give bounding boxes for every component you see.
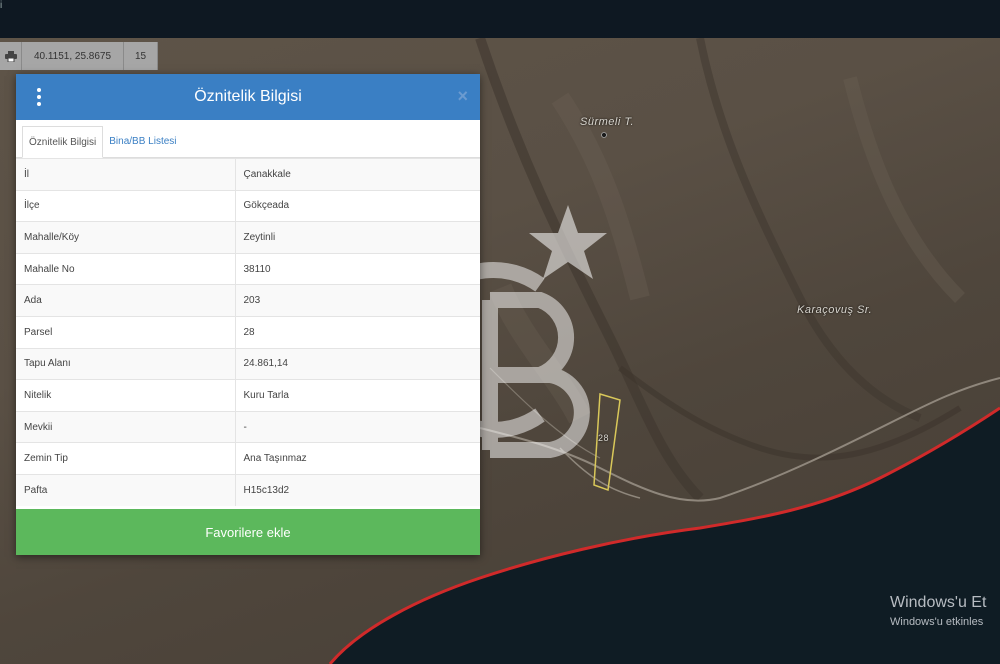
add-to-favorites-button[interactable]: Favorilere ekle xyxy=(16,509,480,555)
attribute-value: 24.861,14 xyxy=(235,347,480,380)
windows-activation-subtitle: Windows'u etkinles xyxy=(890,616,984,628)
attribute-key: Parsel xyxy=(16,315,236,349)
coordinate-readout: 40.1151, 25.8675 xyxy=(22,42,124,70)
attribute-value: 28 xyxy=(235,315,480,349)
table-row: Pafta H15c13d2 xyxy=(16,473,480,507)
map-label-stream: Karaçovuş Sr. xyxy=(797,304,873,316)
tab-attribute-info[interactable]: Öznitelik Bilgisi xyxy=(22,126,104,158)
attribute-value: 38110 xyxy=(235,252,480,285)
coordinate-bar: 40.1151, 25.8675 15 xyxy=(0,42,158,70)
table-row: Parsel 28 xyxy=(16,315,480,349)
attribute-info-panel: Öznitelik Bilgisi × Öznitelik Bilgisi Bi… xyxy=(16,74,480,555)
table-row: Ada 203 xyxy=(16,284,480,317)
attribute-key: Zemin Tip xyxy=(16,442,236,475)
attribute-key: İlçe xyxy=(16,189,236,222)
attribute-key: Mahalle No xyxy=(16,252,236,285)
attribute-table: İl Çanakkale İlçe Gökçeada Mahalle/Köy Zeytin… xyxy=(16,158,480,507)
attribute-value: - xyxy=(235,410,480,443)
panel-tabs: Öznitelik Bilgisi Bina/BB Listesi xyxy=(16,120,480,158)
table-row: Zemin Tip Ana Taşınmaz xyxy=(16,442,480,475)
zoom-level: 15 xyxy=(124,42,158,70)
attribute-value: Ana Taşınmaz xyxy=(235,442,480,475)
table-row: Tapu Alanı 24.861,14 xyxy=(16,347,480,380)
printer-icon[interactable] xyxy=(0,42,22,70)
map-label-hill: Sürmeli T. xyxy=(580,116,635,128)
attribute-value: Zeytinli xyxy=(235,221,480,254)
attribute-key: Pafta xyxy=(16,473,236,507)
top-bar-glyph: i xyxy=(0,0,3,11)
attribute-value: 203 xyxy=(235,284,480,317)
attribute-value: Gökçeada xyxy=(235,189,480,222)
table-row: Mevkii - xyxy=(16,410,480,443)
table-row: İlçe Gökçeada xyxy=(16,189,480,222)
table-row: Mahalle No 38110 xyxy=(16,252,480,285)
attribute-key: Mahalle/Köy xyxy=(16,221,236,254)
attribute-key: İl xyxy=(16,158,236,191)
tab-building-list[interactable]: Bina/BB Listesi xyxy=(103,125,182,157)
close-icon[interactable]: × xyxy=(457,86,468,107)
table-row: İl Çanakkale xyxy=(16,158,480,191)
attribute-value: Çanakkale xyxy=(235,158,480,191)
map-label-parcel: 28 xyxy=(598,433,610,443)
attribute-key: Nitelik xyxy=(16,379,236,412)
attribute-key: Tapu Alanı xyxy=(16,347,236,380)
table-row: Mahalle/Köy Zeytinli xyxy=(16,221,480,254)
panel-title: Öznitelik Bilgisi xyxy=(194,88,302,105)
kebab-menu-icon[interactable] xyxy=(36,88,42,106)
attribute-value: Kuru Tarla xyxy=(235,379,480,412)
windows-activation-title: Windows'u Et xyxy=(890,594,987,611)
top-bar: i xyxy=(0,0,1000,38)
attribute-key: Mevkii xyxy=(16,410,236,443)
windows-activation-notice: Windows'u Et Windows'u etkinles xyxy=(890,594,986,628)
table-row: Nitelik Kuru Tarla xyxy=(16,379,480,412)
attribute-value: H15c13d2 xyxy=(235,473,480,507)
attribute-key: Ada xyxy=(16,284,236,317)
panel-header: Öznitelik Bilgisi × xyxy=(16,74,480,120)
